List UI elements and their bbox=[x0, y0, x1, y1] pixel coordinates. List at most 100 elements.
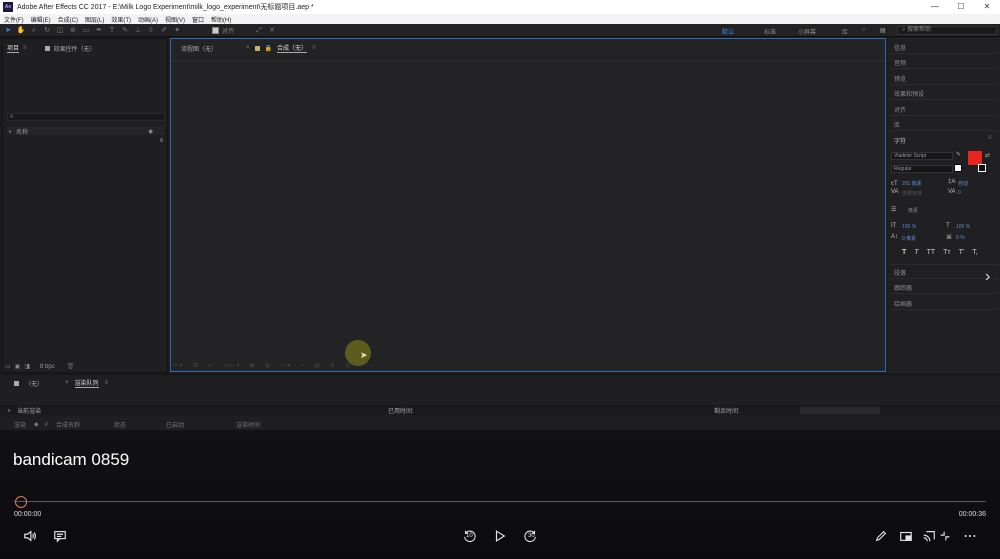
delete-icon[interactable]: 🗑 bbox=[67, 363, 75, 370]
menu-window[interactable]: 窗口 bbox=[192, 15, 204, 24]
comp-panel-menu-icon[interactable]: ≡ bbox=[312, 45, 316, 51]
comp-tab-close-icon[interactable]: × bbox=[246, 45, 250, 51]
baseline-shift-value[interactable]: 0 像素 bbox=[902, 235, 916, 242]
eraser-tool-icon[interactable]: ◊ bbox=[146, 26, 156, 35]
sort-icon[interactable]: ▸ bbox=[9, 128, 12, 135]
tracking-value[interactable]: 0 bbox=[958, 190, 961, 196]
workspace-menu-icon[interactable]: ▤ bbox=[880, 27, 886, 34]
panel-paragraph[interactable]: 段落 bbox=[894, 268, 906, 277]
project-search-input[interactable]: ⌕ bbox=[7, 113, 165, 121]
lock-icon[interactable]: 🔒 bbox=[265, 45, 272, 52]
small-caps-button[interactable]: Tт bbox=[943, 249, 950, 256]
flowchart-toggle-icon[interactable]: ⋔ bbox=[330, 362, 335, 369]
workspace-standard[interactable]: 标准 bbox=[764, 27, 776, 36]
tsume-value[interactable]: 0 % bbox=[956, 235, 965, 241]
clone-stamp-tool-icon[interactable]: ⊥ bbox=[133, 26, 143, 35]
menu-file[interactable]: 文件(F) bbox=[4, 15, 24, 24]
show-channel-icon[interactable]: ◍ bbox=[265, 362, 270, 369]
col-number[interactable]: # bbox=[45, 422, 48, 428]
workspace-small-screen[interactable]: 小屏幕 bbox=[798, 27, 816, 36]
menu-effect[interactable]: 效果(T) bbox=[111, 15, 131, 24]
search-help-input[interactable]: ⌕ 搜索帮助 bbox=[897, 26, 997, 35]
panel-info[interactable]: 信息 bbox=[894, 43, 906, 52]
subscript-button[interactable]: T, bbox=[972, 249, 977, 256]
swap-colors-icon[interactable]: ⇄ bbox=[985, 152, 990, 159]
panel-menu-icon[interactable]: ≡ bbox=[23, 45, 27, 51]
leading-value[interactable]: 自动 bbox=[958, 180, 968, 187]
seek-handle[interactable] bbox=[15, 496, 27, 508]
miniplayer-icon[interactable] bbox=[897, 527, 915, 545]
workspace-overflow-icon[interactable]: » bbox=[862, 27, 865, 33]
bit-depth-label[interactable]: 8 bpc bbox=[40, 364, 55, 370]
menu-help[interactable]: 帮助(H) bbox=[211, 15, 231, 24]
column-name-label[interactable]: 名称 bbox=[16, 127, 28, 136]
expand-triangle-icon[interactable]: ▸ bbox=[8, 407, 11, 414]
mask-visibility-icon[interactable]: ▭ bbox=[208, 362, 214, 369]
timeline-icon[interactable]: ▤ bbox=[315, 362, 321, 369]
puppet-tool-icon[interactable]: ✦ bbox=[172, 26, 182, 35]
col-started[interactable]: 已启动 bbox=[166, 420, 184, 429]
menu-composition[interactable]: 合成(C) bbox=[58, 15, 78, 24]
skip-forward-icon[interactable]: 30 bbox=[522, 527, 540, 545]
expand-icon[interactable]: ⤢ bbox=[254, 26, 264, 35]
workspace-library[interactable]: 库 bbox=[842, 27, 848, 36]
white-color-swatch[interactable] bbox=[954, 164, 962, 172]
character-panel-title[interactable]: 字符 bbox=[894, 136, 906, 145]
zoom-tool-icon[interactable]: ⌕ bbox=[29, 26, 39, 35]
panel-audio[interactable]: 音频 bbox=[894, 58, 906, 67]
skip-back-icon[interactable]: 10 bbox=[460, 527, 478, 545]
more-options-icon[interactable] bbox=[961, 527, 979, 545]
type-tool-icon[interactable]: T bbox=[107, 26, 117, 35]
menu-edit[interactable]: 编辑(E) bbox=[31, 15, 51, 24]
tab-composition[interactable]: 合成（无） bbox=[277, 43, 308, 53]
font-size-value[interactable]: 201 像素 bbox=[902, 180, 922, 187]
play-icon[interactable] bbox=[491, 527, 509, 545]
chevron-right-icon[interactable]: › bbox=[985, 268, 990, 286]
exit-fullscreen-icon[interactable] bbox=[936, 527, 954, 545]
pan-behind-tool-icon[interactable]: ⊕ bbox=[68, 26, 78, 35]
menu-layer[interactable]: 图层(L) bbox=[85, 15, 104, 24]
interpret-footage-icon[interactable]: ▭ bbox=[5, 363, 11, 370]
flowchart-icon[interactable]: ⋔ bbox=[159, 137, 164, 144]
panel-preview[interactable]: 预览 bbox=[894, 74, 906, 83]
label-tag-icon[interactable]: ◆ bbox=[148, 128, 153, 135]
faux-bold-button[interactable]: T bbox=[902, 249, 906, 256]
stroke-color-swatch[interactable] bbox=[978, 164, 986, 172]
tab-timeline-none[interactable]: （无） bbox=[25, 379, 43, 388]
all-caps-button[interactable]: TT bbox=[927, 249, 936, 256]
rq-panel-menu-icon[interactable]: ≡ bbox=[105, 380, 109, 386]
font-family-dropdown[interactable]: Vladimir Script bbox=[891, 152, 953, 160]
minimize-button[interactable]: — bbox=[922, 0, 948, 14]
eyedropper-icon[interactable]: ✎ bbox=[956, 151, 961, 158]
panel-align[interactable]: 对齐 bbox=[894, 105, 906, 114]
vertical-scale-value[interactable]: 100 % bbox=[902, 224, 916, 230]
fill-color-swatch[interactable] bbox=[968, 151, 982, 165]
panel-library[interactable]: 库 bbox=[894, 120, 900, 129]
resolution-dropdown[interactable]: ▭▭ ▾ bbox=[223, 362, 239, 369]
workspace-default[interactable]: 默认 bbox=[722, 27, 734, 36]
menu-animation[interactable]: 动画(A) bbox=[138, 15, 158, 24]
panel-effects-presets[interactable]: 效果和预设 bbox=[894, 89, 924, 98]
col-label-icon[interactable]: ◆ bbox=[34, 421, 39, 428]
pen-tool-icon[interactable]: ✒ bbox=[94, 26, 104, 35]
tab-project[interactable]: 项目 bbox=[7, 43, 20, 53]
faux-italic-button[interactable]: T bbox=[914, 249, 918, 256]
grid-icon[interactable]: ⊞ bbox=[193, 362, 198, 369]
tab-flowchart[interactable]: 流程图（无） bbox=[181, 44, 217, 53]
col-status[interactable]: 状态 bbox=[114, 420, 126, 429]
rectangle-tool-icon[interactable]: ▭ bbox=[81, 26, 91, 35]
tab-effect-controls[interactable]: 效果控件（无） bbox=[54, 44, 96, 53]
magnification-dropdown[interactable]: ⊙ ▾ bbox=[173, 362, 183, 369]
col-render[interactable]: 渲染 bbox=[14, 420, 26, 429]
horizontal-scale-value[interactable]: 100 % bbox=[956, 224, 970, 230]
new-composition-icon[interactable]: ◨ bbox=[24, 363, 30, 370]
seek-bar[interactable] bbox=[14, 501, 986, 502]
snapshot-icon[interactable]: ◉ bbox=[249, 362, 254, 369]
menu-view[interactable]: 视图(V) bbox=[165, 15, 185, 24]
character-menu-icon[interactable]: ≡ bbox=[988, 135, 992, 141]
panel-tracker[interactable]: 跟踪器 bbox=[894, 283, 912, 292]
subtitles-icon[interactable] bbox=[51, 527, 69, 545]
panel-paint[interactable]: 绘画器 bbox=[894, 299, 912, 308]
hand-tool-icon[interactable]: ✋ bbox=[16, 26, 26, 35]
snap-icon[interactable]: ✕ bbox=[267, 26, 277, 35]
